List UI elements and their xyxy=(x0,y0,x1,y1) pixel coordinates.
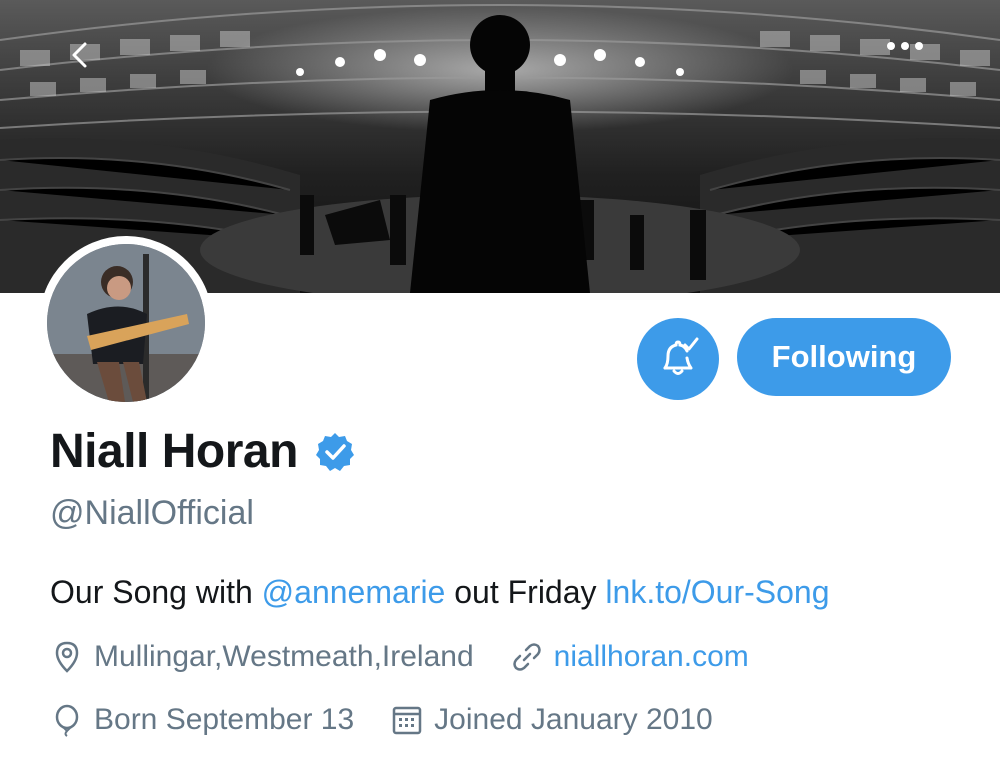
user-handle: @NiallOfficial xyxy=(50,494,254,532)
bio-text: Our Song with xyxy=(50,574,262,610)
verified-badge-icon xyxy=(315,432,354,471)
joined-text: Joined January 2010 xyxy=(434,703,713,736)
bell-check-icon xyxy=(663,337,699,375)
bio-text: out Friday xyxy=(445,574,606,610)
avatar-image xyxy=(47,244,205,402)
balloon-icon xyxy=(50,703,84,737)
avatar[interactable] xyxy=(47,244,205,402)
profile-meta-row: Mullingar,Westmeath,Ireland niallhoran.c… xyxy=(50,640,749,674)
birthday-text: Born September 13 xyxy=(94,703,355,736)
display-name: Niall Horan xyxy=(50,425,298,478)
website-link[interactable]: niallhoran.com xyxy=(554,640,749,674)
profile-name-row: Niall Horan xyxy=(50,424,356,479)
following-button[interactable]: Following xyxy=(737,318,951,396)
chevron-left-icon xyxy=(72,42,87,68)
bio-mention-link[interactable]: @annemarie xyxy=(262,574,446,610)
avatar-frame[interactable] xyxy=(39,236,213,410)
location-text: Mullingar,Westmeath,Ireland xyxy=(94,640,474,673)
back-button[interactable] xyxy=(66,40,110,84)
bio-url-link[interactable]: lnk.to/Our-Song xyxy=(605,574,829,610)
profile-bio: Our Song with @annemarie out Friday lnk.… xyxy=(50,574,830,611)
calendar-icon xyxy=(390,703,424,737)
notifications-button[interactable] xyxy=(637,318,719,400)
location-pin-icon xyxy=(50,640,84,674)
profile-dates-row: Born September 13 Joined January 2010 xyxy=(50,703,713,737)
more-options-button[interactable] xyxy=(885,40,941,84)
more-horizontal-icon xyxy=(887,42,923,50)
link-icon xyxy=(510,640,544,674)
